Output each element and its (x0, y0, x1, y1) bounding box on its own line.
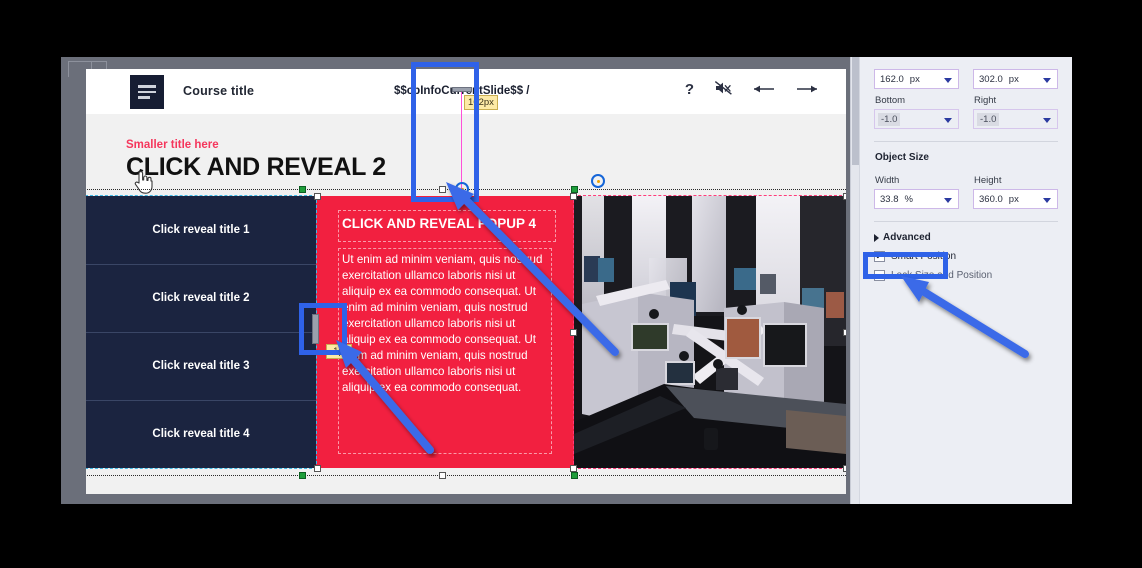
lock-size-row[interactable]: Lock Size and Position (874, 270, 1058, 281)
right-label: Right (974, 95, 997, 106)
next-arrow-icon[interactable] (796, 82, 818, 97)
bottom-value: -1.0 (878, 112, 901, 126)
selection-handle[interactable] (843, 329, 846, 336)
left-field: 302.0 px (973, 69, 1058, 89)
width-value: 33.8 (880, 193, 899, 205)
click-reveal-accordion[interactable]: Click reveal title 1 Click reveal title … (86, 196, 316, 468)
previous-arrow-icon[interactable] (753, 82, 775, 97)
bottom-field: Bottom -1.0 (874, 89, 959, 129)
resize-drag-handle[interactable] (312, 314, 319, 344)
selection-handle[interactable] (439, 186, 446, 193)
right-value: -1.0 (977, 112, 1000, 126)
lock-size-label: Lock Size and Position (891, 270, 993, 281)
accordion-item-label: Click reveal title 4 (152, 428, 250, 440)
chevron-down-icon[interactable] (944, 198, 952, 203)
selection-handle[interactable] (314, 193, 321, 200)
left-input[interactable]: 302.0 px (973, 69, 1058, 89)
list-item[interactable]: Click reveal title 3 (86, 332, 316, 400)
properties-scrollbar[interactable] (851, 57, 860, 504)
selection-handle[interactable] (843, 193, 846, 200)
top-field: 162.0 px (874, 69, 959, 89)
gallery-photo[interactable] (574, 196, 846, 468)
chevron-down-icon[interactable] (1043, 118, 1051, 123)
guide-rotate-handle[interactable] (455, 182, 469, 196)
bottom-input[interactable]: -1.0 (874, 109, 959, 129)
lock-size-checkbox[interactable] (874, 270, 885, 281)
selection-handle[interactable] (571, 186, 578, 193)
selection-handle[interactable] (299, 472, 306, 479)
scrollbar-thumb[interactable] (852, 57, 859, 165)
smart-position-row[interactable]: Smart Position (874, 249, 1058, 262)
accordion-item-label: Click reveal title 3 (152, 360, 250, 372)
advanced-label: Advanced (883, 232, 931, 243)
click-reveal-popup[interactable]: CLICK AND REVEAL POPUP 4 Ut enim ad mini… (316, 196, 574, 468)
guide-distance-tooltip: 162px (464, 95, 498, 110)
smaller-title-text: Smaller title here (126, 139, 219, 151)
width-input[interactable]: 33.8 % (874, 189, 959, 209)
top-unit: px (909, 73, 920, 85)
selection-handle[interactable] (843, 465, 846, 472)
accordion-item-label: Click reveal title 1 (152, 224, 250, 236)
left-unit: px (1008, 73, 1019, 85)
top-value: 162.0 (880, 73, 904, 85)
properties-panel: 162.0 px 302.0 px Bottom -1.0 Right -1.0… (850, 57, 1072, 504)
chevron-down-icon[interactable] (1043, 198, 1051, 203)
width-unit: % (904, 193, 913, 205)
hand-cursor-icon (132, 169, 154, 195)
chevron-down-icon[interactable] (944, 118, 952, 123)
height-unit: px (1008, 193, 1019, 205)
mute-speaker-icon[interactable] (714, 81, 732, 98)
width-label: Width (875, 175, 900, 186)
help-icon[interactable]: ? (685, 82, 694, 97)
list-item[interactable]: Click reveal title 4 (86, 400, 316, 468)
object-size-row: Width 33.8 % Height 360.0 px (874, 169, 1058, 209)
selection-handle[interactable] (571, 472, 578, 479)
height-input[interactable]: 360.0 px (973, 189, 1058, 209)
selection-handle[interactable] (570, 329, 577, 336)
rotate-handle[interactable] (591, 174, 605, 188)
selection-handle[interactable] (314, 465, 321, 472)
accordion-item-label: Click reveal title 2 (152, 292, 250, 304)
offset-tooltip: -1px (326, 344, 353, 359)
popup-title-text: CLICK AND REVEAL POPUP 4 (342, 216, 537, 231)
selection-handle[interactable] (439, 472, 446, 479)
height-label: Height (974, 175, 1002, 186)
selection-handle[interactable] (299, 186, 306, 193)
advanced-section-toggle[interactable]: Advanced (874, 232, 1058, 243)
slide-topbar-icons: ? (685, 81, 818, 98)
section-divider (874, 141, 1058, 142)
position-bottom-right-row: Bottom -1.0 Right -1.0 (874, 89, 1058, 129)
selection-handle[interactable] (570, 193, 577, 200)
smart-position-guide-vertical (461, 91, 462, 191)
top-input[interactable]: 162.0 px (874, 69, 959, 89)
height-value: 360.0 (979, 193, 1003, 205)
chevron-right-icon (874, 233, 879, 242)
right-field: Right -1.0 (973, 89, 1058, 129)
main-title-text: CLICK AND REVEAL 2 (126, 153, 386, 181)
list-item[interactable]: Click reveal title 1 (86, 196, 316, 264)
width-field: Width 33.8 % (874, 169, 959, 209)
height-field: Height 360.0 px (973, 169, 1058, 209)
left-value: 302.0 (979, 73, 1003, 85)
course-title: Course title (183, 84, 255, 98)
slide-canvas[interactable]: Course title $$cpInfoCurrentSlide$$ / ? (86, 69, 846, 494)
smart-position-checkbox[interactable] (874, 249, 885, 262)
hamburger-icon[interactable] (130, 75, 164, 109)
popup-body-text: Ut enim ad minim veniam, quis nostrud ex… (342, 253, 543, 394)
bottom-label: Bottom (875, 95, 906, 106)
selection-handle[interactable] (570, 465, 577, 472)
object-size-heading: Object Size (875, 152, 929, 163)
guide-top-handle[interactable] (452, 87, 472, 92)
screenshot-root: Course title $$cpInfoCurrentSlide$$ / ? (0, 0, 1142, 568)
slide-bottom-strip (86, 468, 846, 494)
smart-position-label: Smart Position (891, 251, 957, 262)
list-item[interactable]: Click reveal title 2 (86, 264, 316, 332)
position-top-left-row: 162.0 px 302.0 px (874, 69, 1058, 89)
section-divider-2 (874, 221, 1058, 222)
chevron-down-icon[interactable] (1043, 78, 1051, 83)
right-input[interactable]: -1.0 (973, 109, 1058, 129)
chevron-down-icon[interactable] (944, 78, 952, 83)
